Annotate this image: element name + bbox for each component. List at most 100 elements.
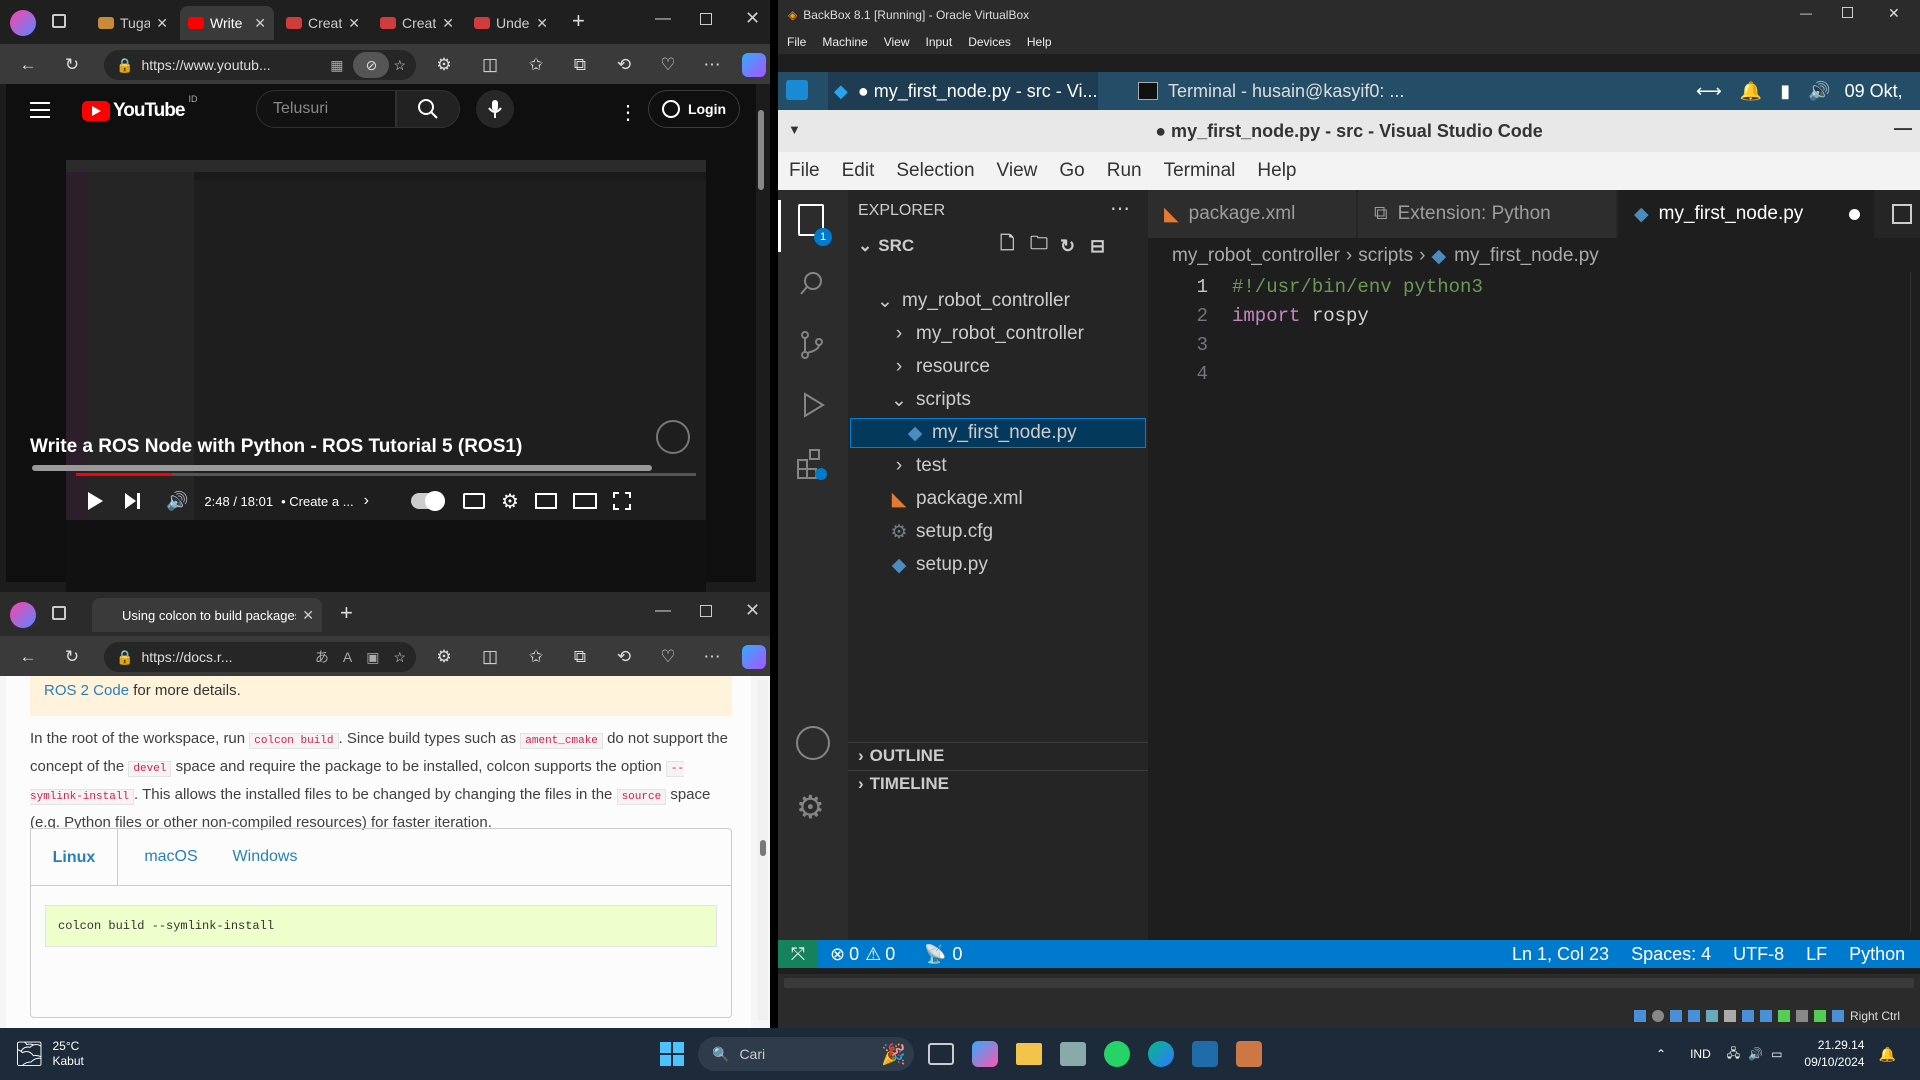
network-adapter-icon[interactable] bbox=[1688, 1010, 1700, 1022]
new-folder-icon[interactable]: 🗀 bbox=[1030, 231, 1048, 261]
command-block[interactable]: colcon build --symlink-install bbox=[45, 905, 717, 947]
read-aloud-icon[interactable]: A bbox=[343, 649, 352, 665]
end-of-line[interactable]: LF bbox=[1806, 944, 1827, 965]
maximize-button[interactable] bbox=[700, 605, 712, 617]
clock[interactable]: 21.29.14 09/10/2024 bbox=[1804, 1037, 1864, 1071]
favorite-star-icon[interactable]: ☆ bbox=[393, 57, 406, 74]
close-tab-icon[interactable]: ✕ bbox=[348, 15, 360, 32]
close-button[interactable]: ✕ bbox=[1888, 5, 1900, 22]
battery-icon[interactable]: ▭ bbox=[1771, 1047, 1782, 1061]
new-file-icon[interactable]: 🗋 bbox=[1000, 231, 1014, 261]
collapse-all-icon[interactable]: ⊟ bbox=[1090, 236, 1105, 257]
autoplay-toggle[interactable] bbox=[411, 491, 445, 511]
profile-avatar[interactable] bbox=[10, 602, 36, 628]
hdd-icon[interactable] bbox=[1634, 1010, 1646, 1022]
subtitles-icon[interactable] bbox=[463, 493, 485, 509]
menu-run[interactable]: Run bbox=[1107, 160, 1142, 182]
tab-my-first-node[interactable]: ◆ my_first_node.py bbox=[1618, 190, 1874, 238]
edge-icon[interactable] bbox=[1148, 1041, 1174, 1067]
unsaved-dot-icon[interactable] bbox=[1849, 208, 1860, 220]
section-timeline[interactable]: › TIMELINE bbox=[848, 770, 1148, 796]
fullscreen-icon[interactable] bbox=[612, 492, 631, 510]
chevron-right-icon[interactable]: › bbox=[364, 492, 369, 510]
browser-essentials-icon[interactable]: ♡ bbox=[656, 645, 680, 669]
task-view-icon[interactable] bbox=[928, 1043, 954, 1065]
menu-view[interactable]: View bbox=[997, 160, 1038, 182]
history-icon[interactable]: ⟲ bbox=[612, 645, 636, 669]
code-editor[interactable]: 1 #!/usr/bin/env python3 2 import rospy 3 4 bbox=[1148, 272, 1908, 388]
split-editor-icon[interactable] bbox=[1892, 204, 1912, 224]
close-button[interactable]: ✕ bbox=[745, 8, 760, 29]
encoding[interactable]: UTF-8 bbox=[1733, 944, 1784, 965]
tracking-prevention-icon[interactable]: ⊘ bbox=[353, 52, 390, 78]
chapter-title[interactable]: • Create a ... bbox=[281, 494, 353, 509]
vm-horizontal-scrollbar[interactable] bbox=[784, 978, 1914, 988]
tab-item[interactable]: Tugas ✕ bbox=[90, 6, 176, 40]
tab-actions-icon[interactable] bbox=[52, 14, 66, 28]
chevron-up-icon[interactable]: ⌃ bbox=[1656, 1047, 1666, 1061]
miniplayer-icon[interactable] bbox=[534, 493, 557, 509]
new-tab-button[interactable]: + bbox=[572, 8, 585, 34]
search-input[interactable]: Telusuri bbox=[256, 90, 396, 128]
host-key-icon[interactable] bbox=[1832, 1010, 1844, 1022]
virtualbox-icon[interactable] bbox=[1236, 1041, 1262, 1067]
tree-item[interactable]: ◣ package.xml bbox=[848, 484, 1148, 514]
refresh-icon[interactable]: ↻ bbox=[60, 53, 84, 77]
tab-windows[interactable]: Windows bbox=[217, 829, 313, 885]
tree-item[interactable]: › resource bbox=[848, 352, 1148, 382]
tree-item[interactable]: › my_robot_controller bbox=[848, 319, 1148, 349]
address-bar[interactable]: 🔒 https://docs.r... あ A ▣ ☆ bbox=[104, 642, 416, 672]
copilot-icon[interactable] bbox=[742, 53, 766, 77]
volume-icon[interactable]: 🔊 bbox=[166, 491, 188, 512]
close-tab-icon[interactable]: ✕ bbox=[156, 15, 168, 32]
volume-icon[interactable]: 🔊 bbox=[1808, 81, 1830, 102]
start-button[interactable] bbox=[660, 1042, 684, 1066]
audio-icon[interactable] bbox=[1670, 1010, 1682, 1022]
menu-file[interactable]: File bbox=[789, 160, 820, 182]
search-button[interactable] bbox=[396, 90, 460, 128]
tree-item[interactable]: ⚙ setup.cfg bbox=[848, 517, 1148, 547]
menu-input[interactable]: Input bbox=[926, 35, 953, 49]
tab-item[interactable]: Write ✕ bbox=[180, 6, 274, 40]
voice-search-button[interactable] bbox=[476, 90, 514, 128]
copilot-icon[interactable] bbox=[742, 645, 766, 669]
tab-item[interactable]: Create ✕ bbox=[372, 6, 462, 40]
taskbar-search[interactable]: 🔍 Cari 🎉 bbox=[698, 1037, 914, 1071]
window-menu-icon[interactable]: ▼ bbox=[788, 122, 801, 137]
profile-avatar[interactable] bbox=[10, 10, 36, 36]
back-icon[interactable]: ← bbox=[16, 53, 40, 77]
recording-icon[interactable] bbox=[1760, 1010, 1772, 1022]
notification-icon[interactable]: 🔔 bbox=[1878, 1046, 1895, 1063]
tab-item[interactable]: Create ✕ bbox=[278, 6, 368, 40]
task-vscode[interactable]: ◆ ● my_first_node.py - src - Vi... bbox=[828, 72, 1098, 110]
menu-machine[interactable]: Machine bbox=[822, 35, 867, 49]
vertical-scrollbar[interactable] bbox=[758, 680, 768, 1020]
network-icon[interactable]: ⟷ bbox=[1696, 81, 1722, 102]
tab-item[interactable]: Under ✕ bbox=[466, 6, 556, 40]
immersive-reader-icon[interactable]: ▣ bbox=[366, 649, 379, 666]
close-tab-icon[interactable]: ✕ bbox=[442, 15, 454, 32]
vertical-scrollbar[interactable] bbox=[758, 100, 766, 560]
menu-devices[interactable]: Devices bbox=[968, 35, 1011, 49]
menu-go[interactable]: Go bbox=[1059, 160, 1084, 182]
breadcrumb-file[interactable]: my_first_node.py bbox=[1454, 245, 1599, 267]
tree-item[interactable]: ◆ my_first_node.py bbox=[850, 418, 1146, 448]
menu-selection[interactable]: Selection bbox=[896, 160, 974, 182]
favorites-icon[interactable]: ✩ bbox=[524, 645, 548, 669]
indentation[interactable]: Spaces: 4 bbox=[1631, 944, 1711, 965]
search-icon[interactable] bbox=[798, 270, 826, 298]
horizontal-scrollbar[interactable] bbox=[12, 462, 732, 474]
menu-file[interactable]: File bbox=[787, 35, 806, 49]
section-outline[interactable]: › OUTLINE bbox=[848, 742, 1148, 768]
close-tab-icon[interactable]: ✕ bbox=[536, 15, 548, 32]
ros2-code-link[interactable]: ROS 2 Code bbox=[44, 682, 129, 699]
menu-view[interactable]: View bbox=[884, 35, 910, 49]
minimize-button[interactable]: — bbox=[655, 10, 671, 28]
minimize-button[interactable]: — bbox=[1800, 6, 1812, 20]
extensions-icon[interactable]: ⚙ bbox=[432, 645, 456, 669]
menu-help[interactable]: Help bbox=[1027, 35, 1052, 49]
battery-icon[interactable]: ▮ bbox=[1780, 81, 1790, 102]
optical-drive-icon[interactable] bbox=[1652, 1010, 1664, 1022]
settings-gear-icon[interactable]: ⚙ bbox=[501, 489, 519, 514]
refresh-icon[interactable]: ↻ bbox=[60, 645, 84, 669]
